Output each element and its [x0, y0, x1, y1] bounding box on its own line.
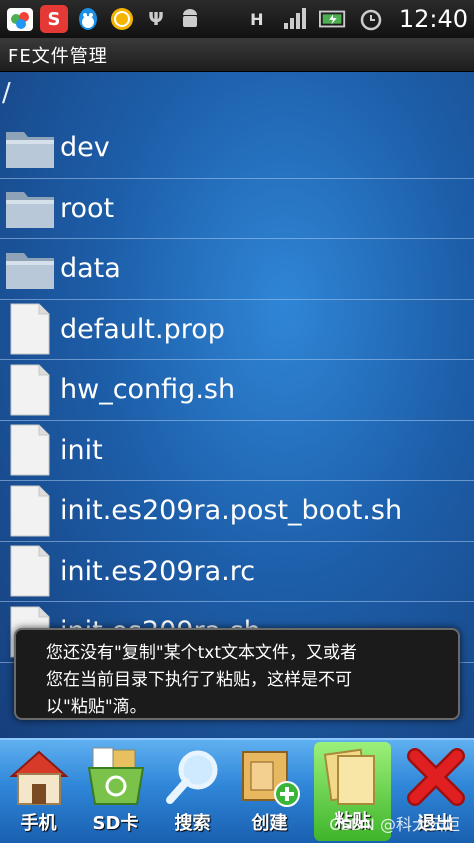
close-icon — [406, 748, 465, 806]
file-icon — [0, 301, 60, 357]
list-item[interactable]: init.es209ra.post_boot.sh — [0, 481, 474, 542]
new-file-icon — [241, 751, 300, 807]
file-icon — [0, 543, 60, 599]
app-store-icon — [6, 5, 34, 33]
sdcard-button-label: SD卡 — [92, 813, 139, 834]
signal-icon — [281, 5, 309, 33]
toast-line: 您还没有"复制"某个txt文本文件，又或者 — [46, 643, 358, 663]
current-path: / — [2, 78, 11, 108]
clock: 12:40 — [398, 5, 468, 33]
alarm-clock-icon — [357, 5, 385, 33]
list-item-name: dev — [60, 132, 110, 164]
create-button[interactable]: 创建 — [231, 740, 308, 843]
search-button-label: 搜索 — [174, 813, 211, 834]
usb-icon: Ψ — [148, 8, 164, 30]
app-title: FE文件管理 — [0, 38, 474, 72]
list-item[interactable]: data — [0, 239, 474, 300]
list-item[interactable]: dev — [0, 118, 474, 179]
network-type-icon: H — [250, 9, 264, 29]
folder-icon — [0, 120, 60, 176]
home-icon — [8, 750, 69, 805]
list-item-name: hw_config.sh — [60, 374, 236, 406]
file-list: dev root data default.prop hw_config.shinit i… — [0, 118, 474, 663]
list-item[interactable]: hw_config.sh — [0, 360, 474, 421]
create-button-label: 创建 — [251, 813, 288, 834]
qq-icon — [74, 5, 102, 33]
file-icon — [0, 362, 60, 418]
android-debug-icon — [176, 5, 204, 33]
file-icon — [0, 483, 60, 539]
status-bar: S Ψ H 12:40 — [0, 0, 474, 38]
paste-docs-icon — [323, 748, 375, 805]
toast-line: 以"粘贴"滴。 — [46, 697, 147, 717]
recycle-box-icon — [87, 747, 144, 805]
folder-icon — [0, 241, 60, 297]
phone-button-label: 手机 — [20, 813, 57, 834]
list-item-name: init — [60, 434, 103, 466]
list-item[interactable]: default.prop — [0, 300, 474, 360]
file-icon — [0, 422, 60, 478]
list-item[interactable]: init.es209ra.rc — [0, 542, 474, 602]
list-item-name: init.es209ra.post_boot.sh — [60, 495, 403, 527]
folder-icon — [0, 180, 60, 236]
phone-button[interactable]: 手机 — [0, 740, 77, 843]
list-item-name: init.es209ra.rc — [60, 555, 256, 587]
battery-charging-icon — [318, 5, 347, 33]
search-button[interactable]: 搜索 — [154, 740, 231, 843]
list-item-name: data — [60, 253, 121, 285]
s-app-icon: S — [40, 5, 68, 33]
bottom-toolbar: 手机 SD卡 搜索 创建 粘贴 退出 CSDN @科大云炬 — [0, 738, 474, 843]
coin-icon — [108, 5, 136, 33]
list-item[interactable]: init — [0, 421, 474, 481]
list-item-name: root — [60, 192, 115, 224]
watermark: CSDN @科大云炬 — [329, 815, 460, 834]
magnifier-icon — [165, 750, 217, 804]
toast-line: 您在当前目录下执行了粘贴，这样是不可 — [46, 670, 352, 690]
list-item[interactable]: root — [0, 179, 474, 239]
toast-message: 您还没有"复制"某个txt文本文件，又或者 您在当前目录下执行了粘贴，这样是不可… — [14, 628, 460, 720]
sdcard-button[interactable]: SD卡 — [77, 740, 154, 843]
list-item-name: default.prop — [60, 313, 225, 345]
